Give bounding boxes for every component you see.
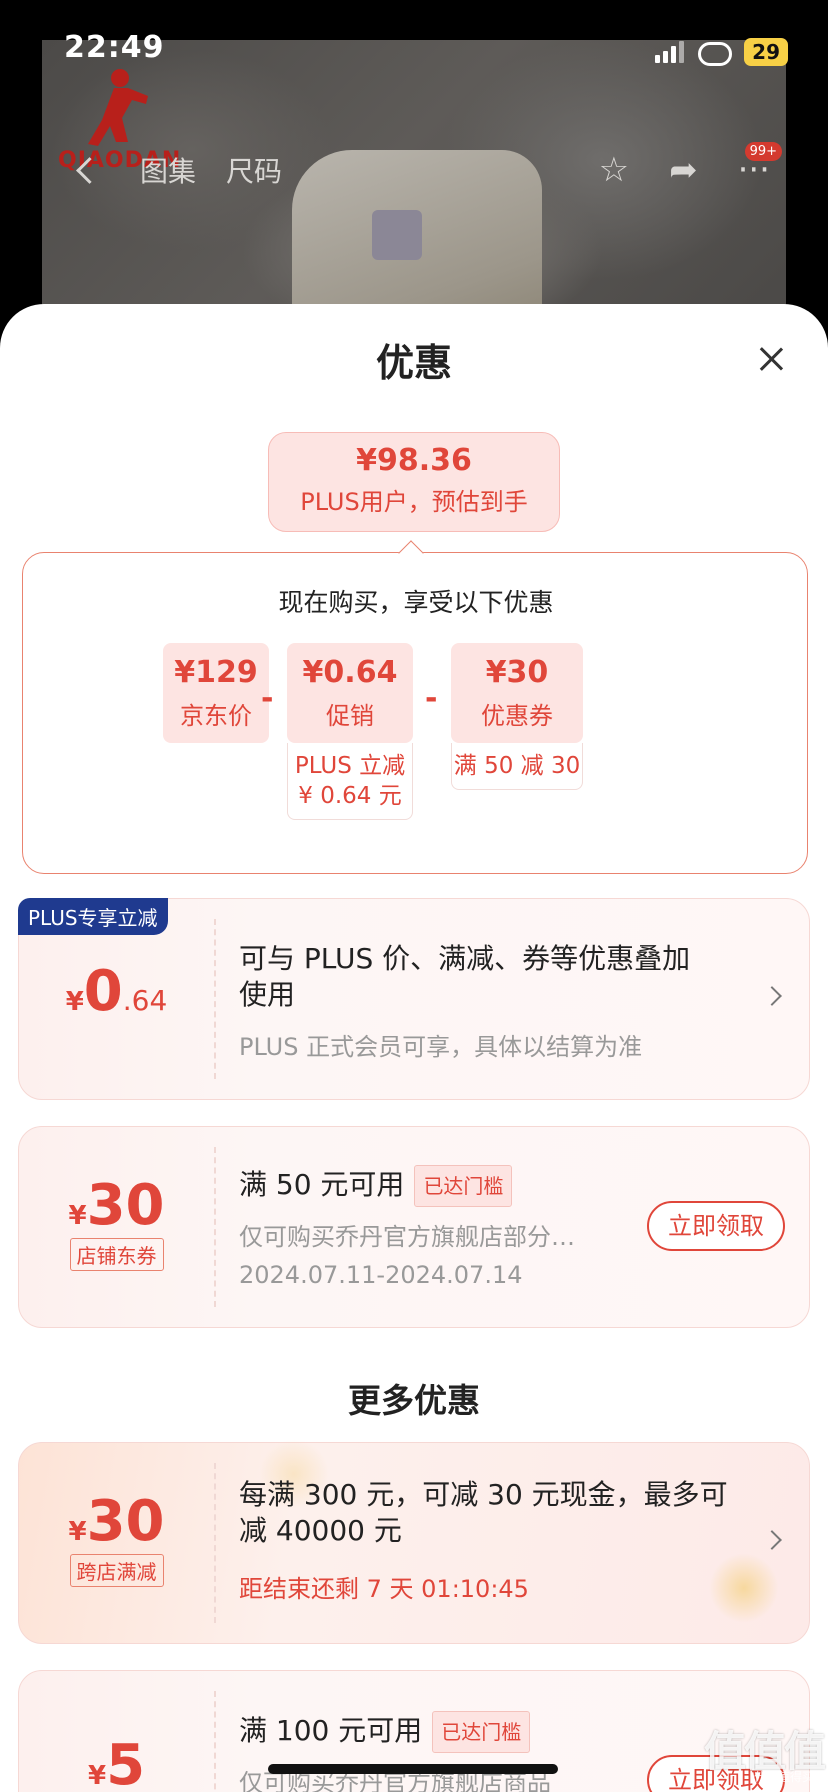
plus-card-title: 可与 PLUS 价、满减、券等优惠叠加 使用 [239, 941, 690, 1013]
card-divider [214, 919, 216, 1079]
cart-badge: 99+ [744, 142, 782, 161]
estimated-price-box: ¥98.36 PLUS用户，预估到手 [268, 432, 560, 532]
minus-operator: - [261, 681, 274, 716]
store-coupon-condition: 满 50 元可用 [239, 1168, 405, 1201]
estimated-price-label: PLUS用户，预估到手 [300, 488, 528, 516]
plus-card-subtitle: PLUS 正式会员可享，具体以结算为准 [239, 1033, 643, 1061]
breakdown-title: 现在购买，享受以下优惠 [278, 588, 554, 617]
jd-price-amount: ¥129 [174, 655, 258, 690]
amount-decimal: .64 [122, 984, 168, 1017]
amount-integer: 30 [86, 1489, 165, 1554]
cross-store-discount-card[interactable]: ¥30 跨店满减 每满 300 元，可减 30 元现金，最多可 减 40000 … [18, 1439, 810, 1644]
promotion-chip: ¥0.64 促销 [287, 643, 413, 743]
status-time: 22:49 [64, 30, 165, 65]
tab-gallery[interactable]: 图集 [140, 150, 196, 190]
coupon-chip: ¥30 优惠券 [451, 643, 583, 743]
product-header-background: QIAODAN 22:49 29 图集 尺码 ☆ ➦ ··· 99+ [0, 0, 828, 340]
minus-operator: - [425, 681, 438, 716]
plus-card-title-line2: 使用 [239, 978, 296, 1011]
store-coupon-2-amount: ¥5 [19, 1733, 214, 1792]
coupon-detail-line1: 满 50 减 30 [453, 753, 581, 779]
topnav-actions: ☆ ➦ ··· 99+ [599, 142, 782, 190]
discount-sheet: 优惠 ¥98.36 PLUS用户，预估到手 现在购买，享受以下优惠 ¥129 京… [0, 304, 828, 1792]
chevron-right-icon [762, 1530, 782, 1550]
store-coupon-amount: ¥30 店铺东券 [19, 1173, 214, 1271]
coupon-detail: 满 50 减 30 [451, 743, 583, 790]
promotion-detail-line2: ¥ 0.64 元 [298, 783, 402, 809]
promotion-amount: ¥0.64 [302, 655, 398, 690]
card-divider [214, 1691, 216, 1792]
claim-coupon-button[interactable]: 立即领取 [647, 1201, 785, 1251]
store-coupon-scope: 仅可购买乔丹官方旗舰店部分… [239, 1223, 575, 1251]
share-icon[interactable]: ➦ [669, 150, 698, 190]
plus-exclusive-badge: PLUS专享立减 [18, 898, 168, 935]
chevron-right-icon [762, 986, 782, 1006]
more-icon[interactable]: ··· 99+ [738, 142, 782, 190]
link-icon [696, 40, 733, 66]
jd-price-chip: ¥129 京东价 [163, 643, 269, 743]
jd-price-label: 京东价 [180, 702, 252, 730]
favorite-star-icon[interactable]: ☆ [599, 150, 629, 190]
close-icon[interactable] [758, 346, 784, 372]
home-indicator[interactable] [268, 1764, 558, 1774]
card-divider [214, 1463, 216, 1623]
currency-symbol: ¥ [87, 1761, 107, 1791]
watermark-caption: 什么值得买 [753, 1770, 814, 1784]
status-icons: 29 [655, 38, 788, 66]
more-discounts-title: 更多优惠 [348, 1381, 480, 1420]
signal-icon [655, 41, 685, 63]
tab-size[interactable]: 尺码 [226, 150, 282, 190]
store-coupon-title: 满 50 元可用 已达门槛 [239, 1165, 513, 1207]
battery-indicator: 29 [744, 38, 788, 66]
product-topnav: 图集 尺码 [70, 150, 282, 190]
currency-symbol: ¥ [65, 987, 84, 1017]
sheet-title: 优惠 [375, 341, 452, 385]
estimated-price: ¥98.36 [356, 443, 472, 478]
cross-store-title-line2: 减 40000 元 [239, 1514, 402, 1547]
amount-integer: 5 [106, 1733, 146, 1792]
countdown-timer: 距结束还剩 7 天 01:10:45 [239, 1575, 529, 1603]
store-coupon-2-condition: 满 100 元可用 [239, 1714, 423, 1747]
cross-store-title: 每满 300 元，可减 30 元现金，最多可 减 40000 元 [239, 1477, 728, 1549]
currency-symbol: ¥ [68, 1201, 87, 1231]
plus-discount-amount: ¥0.64 [19, 959, 214, 1024]
cross-store-amount: ¥30 跨店满减 [19, 1489, 214, 1587]
coupon-type-tag: 店铺东券 [69, 1238, 164, 1271]
amount-integer: 0 [83, 959, 123, 1024]
promotion-detail: PLUS 立减 ¥ 0.64 元 [287, 743, 413, 820]
store-coupon-card: ¥30 店铺东券 满 50 元可用 已达门槛 仅可购买乔丹官方旗舰店部分… 202… [18, 1126, 810, 1328]
promotion-label: 促销 [326, 702, 374, 730]
store-coupon-date: 2024.07.11-2024.07.14 [239, 1261, 523, 1289]
promotion-detail-line1: PLUS 立减 [294, 753, 406, 779]
plus-discount-card[interactable]: PLUS专享立减 ¥0.64 可与 PLUS 价、满减、券等优惠叠加 使用 PL… [18, 898, 810, 1100]
coupon-label: 优惠券 [481, 702, 553, 730]
threshold-reached-tag: 已达门槛 [432, 1711, 531, 1753]
threshold-reached-tag: 已达门槛 [414, 1165, 513, 1207]
currency-symbol: ¥ [68, 1517, 87, 1547]
plus-card-title-line1: 可与 PLUS 价、满减、券等优惠叠加 [239, 942, 691, 975]
back-icon[interactable] [70, 155, 100, 185]
amount-integer: 30 [86, 1173, 165, 1238]
store-coupon-2-title: 满 100 元可用 已达门槛 [239, 1711, 531, 1753]
cross-store-title-line1: 每满 300 元，可减 30 元现金，最多可 [239, 1478, 728, 1511]
card-divider [214, 1147, 216, 1307]
firework-decoration [709, 1553, 779, 1623]
price-breakdown: 现在购买，享受以下优惠 ¥129 京东价 - ¥0.64 促销 PLUS 立减 … [22, 552, 808, 874]
coupon-amount: ¥30 [485, 655, 549, 690]
discount-type-tag: 跨店满减 [69, 1554, 164, 1587]
